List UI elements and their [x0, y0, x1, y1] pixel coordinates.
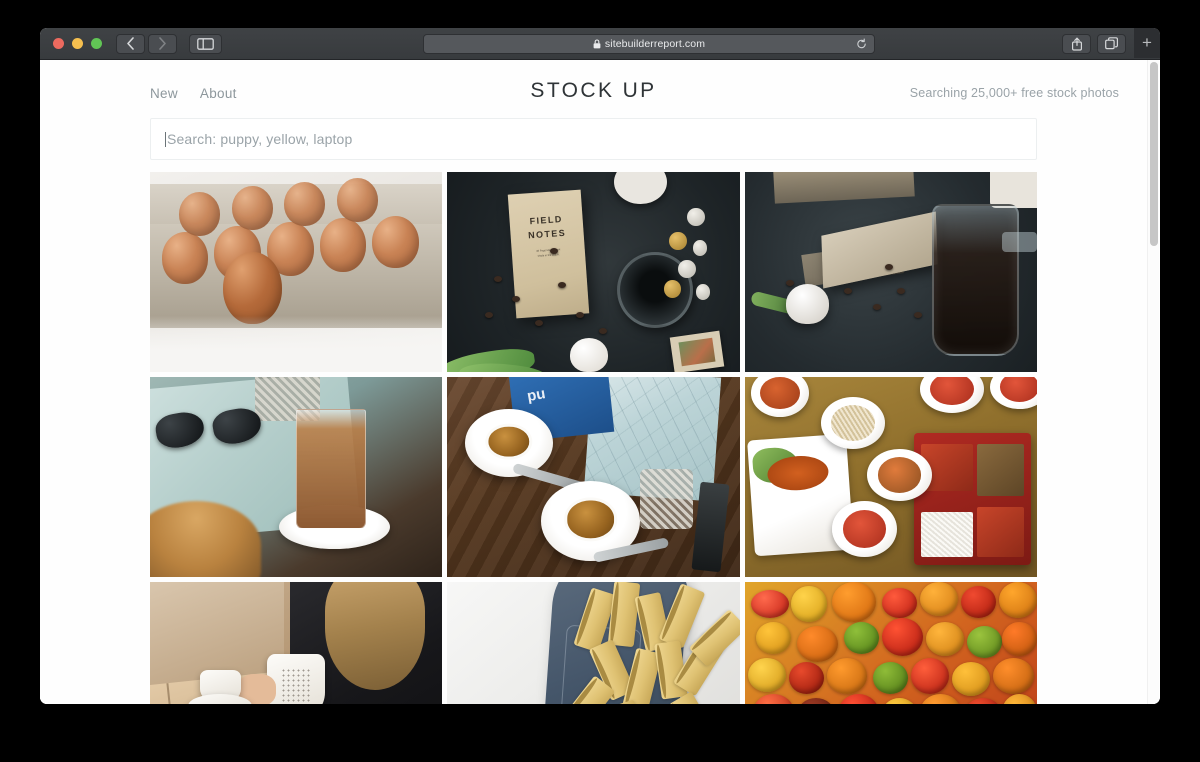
- browser-viewport: New About STOCK UP Searching 25,000+ fre…: [40, 60, 1160, 704]
- minimize-window-button[interactable]: [72, 38, 83, 49]
- photo-latte-sunglasses-map: [150, 377, 443, 577]
- photo-woman-holding-cups: [150, 582, 443, 704]
- photo-coffee-carafe: [744, 172, 1037, 372]
- search-section: Search: puppy, yellow, laptop: [40, 118, 1147, 160]
- vertical-scrollbar[interactable]: [1147, 60, 1159, 704]
- close-window-button[interactable]: [53, 38, 64, 49]
- show-tabs-icon: [1105, 37, 1118, 50]
- chevron-left-icon: [127, 37, 134, 50]
- site-header: New About STOCK UP Searching 25,000+ fre…: [40, 60, 1147, 112]
- toolbar-right-buttons: [1062, 33, 1126, 54]
- scrollbar-thumb[interactable]: [1150, 62, 1158, 246]
- photo-tile[interactable]: [744, 377, 1037, 577]
- maximize-window-button[interactable]: [91, 38, 102, 49]
- photo-tile[interactable]: pu: [447, 377, 740, 577]
- photo-tile[interactable]: [150, 377, 443, 577]
- forward-button[interactable]: [148, 33, 177, 54]
- photo-tile[interactable]: [447, 582, 740, 704]
- web-page: New About STOCK UP Searching 25,000+ fre…: [40, 60, 1147, 704]
- chevron-right-icon: [159, 37, 166, 50]
- sidebar-toggle-button[interactable]: [189, 33, 222, 54]
- text-caret: [165, 131, 166, 147]
- reload-icon[interactable]: [856, 38, 867, 49]
- share-icon: [1071, 37, 1082, 51]
- photo-tile[interactable]: [150, 582, 443, 704]
- photo-tile[interactable]: FIELD NOTES 48 Page Memo Book Made in the …: [447, 172, 740, 372]
- photo-eggs-carton: [150, 172, 443, 372]
- browser-titlebar: sitebuilderreport.com +: [40, 28, 1160, 60]
- sidebar-toggle-icon: [197, 37, 214, 50]
- search-placeholder: Search: puppy, yellow, laptop: [167, 131, 353, 147]
- share-button[interactable]: [1062, 33, 1091, 54]
- search-input[interactable]: Search: puppy, yellow, laptop: [150, 118, 1037, 160]
- photo-two-espressos-map: pu: [447, 377, 740, 577]
- new-tab-button[interactable]: +: [1134, 28, 1160, 58]
- photo-tile[interactable]: [150, 172, 443, 372]
- photo-cherry-tomatoes: [744, 582, 1037, 704]
- show-tabs-button[interactable]: [1097, 33, 1126, 54]
- navigation-buttons: [116, 33, 177, 54]
- photo-tile[interactable]: [744, 172, 1037, 372]
- lock-icon: [593, 38, 601, 48]
- address-bar-text: sitebuilderreport.com: [593, 38, 705, 50]
- url-text: sitebuilderreport.com: [604, 37, 706, 50]
- photo-penne-pasta-denim: [447, 582, 740, 704]
- search-count-tagline: Searching 25,000+ free stock photos: [909, 86, 1119, 100]
- browser-window: sitebuilderreport.com + New About STOCK …: [40, 28, 1160, 704]
- photo-grid: FIELD NOTES 48 Page Memo Book Made in the …: [40, 172, 1147, 704]
- photo-tile[interactable]: [744, 582, 1037, 704]
- back-button[interactable]: [116, 33, 145, 54]
- window-controls: [53, 38, 102, 49]
- photo-field-notes-flatlay: FIELD NOTES 48 Page Memo Book Made in the …: [447, 172, 740, 372]
- address-bar-container: sitebuilderreport.com: [236, 33, 1062, 54]
- address-bar[interactable]: sitebuilderreport.com: [423, 33, 875, 54]
- photo-korean-food-spread: [744, 377, 1037, 577]
